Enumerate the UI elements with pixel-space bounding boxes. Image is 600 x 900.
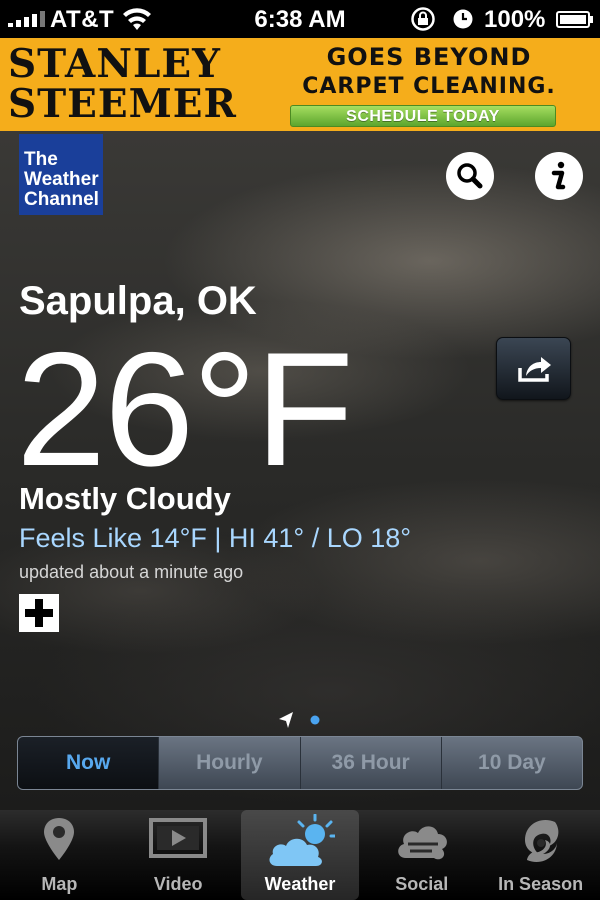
video-icon bbox=[149, 818, 208, 858]
segment-hourly[interactable]: Hourly bbox=[158, 737, 299, 789]
ad-brand-line-1: STANLEY bbox=[8, 41, 221, 87]
social-cloud-icon bbox=[398, 826, 447, 860]
add-location-button[interactable] bbox=[19, 594, 59, 632]
info-button[interactable] bbox=[535, 152, 583, 200]
tab-bar: Map Video Weather Social In Season bbox=[0, 810, 600, 900]
page-dot-active bbox=[310, 715, 320, 725]
tab-social-label: Social bbox=[395, 874, 449, 894]
tab-social[interactable]: Social bbox=[362, 810, 481, 900]
weather-channel-logo[interactable]: The Weather Channel bbox=[19, 134, 103, 215]
alarm-icon bbox=[453, 9, 473, 29]
ad-banner[interactable]: STANLEY STEEMER GOES BEYOND CARPET CLEAN… bbox=[0, 38, 600, 131]
logo-line-3: Channel bbox=[24, 189, 99, 210]
updated-timestamp: updated about a minute ago bbox=[19, 562, 244, 582]
battery-icon bbox=[556, 11, 593, 28]
ad-brand-line-2: STEEMER bbox=[8, 81, 237, 127]
tab-video-label: Video bbox=[153, 874, 203, 894]
hurricane-icon bbox=[524, 820, 558, 862]
tab-weather[interactable]: Weather bbox=[240, 810, 360, 900]
tab-in-season-label: In Season bbox=[498, 874, 584, 894]
forecast-segmented-control: Now Hourly 36 Hour 10 Day bbox=[17, 736, 583, 790]
plus-icon bbox=[25, 599, 53, 627]
weather-main: The Weather Channel Sapulpa, OK 26°F Mos… bbox=[0, 131, 600, 810]
feels-like-hi-lo: Feels Like 14°F | HI 41° / LO 18° bbox=[19, 523, 412, 553]
search-icon bbox=[457, 163, 483, 189]
weather-cloud-sun-icon bbox=[269, 814, 335, 866]
share-button[interactable] bbox=[496, 337, 571, 400]
logo-line-2: Weather bbox=[24, 169, 99, 190]
ad-headline-line-1: GOES BEYOND bbox=[326, 43, 532, 71]
tab-map-label: Map bbox=[41, 874, 78, 894]
weather-condition: Mostly Cloudy bbox=[19, 481, 231, 516]
rotation-lock-icon bbox=[411, 7, 435, 31]
ad-headline: GOES BEYOND CARPET CLEANING. bbox=[268, 42, 590, 102]
tab-weather-label: Weather bbox=[264, 874, 336, 894]
map-pin-icon bbox=[44, 818, 75, 860]
status-bar: AT&T 6:38 AM 100% bbox=[0, 0, 600, 38]
info-icon bbox=[551, 161, 566, 190]
tab-in-season[interactable]: In Season bbox=[481, 810, 600, 900]
search-button[interactable] bbox=[446, 152, 494, 200]
ad-brand-logo: STANLEY STEEMER bbox=[8, 44, 237, 124]
battery-percentage: 100% bbox=[484, 6, 546, 33]
tab-video[interactable]: Video bbox=[119, 810, 238, 900]
ad-schedule-button[interactable]: SCHEDULE TODAY bbox=[290, 105, 556, 127]
current-temperature: 26°F bbox=[16, 319, 354, 500]
segment-36-hour[interactable]: 36 Hour bbox=[299, 737, 441, 789]
tab-map[interactable]: Map bbox=[0, 810, 119, 900]
location-name: Sapulpa, OK bbox=[19, 279, 257, 323]
logo-line-1: The bbox=[24, 149, 58, 170]
page-indicator[interactable] bbox=[276, 709, 326, 731]
ad-headline-line-2: CARPET CLEANING. bbox=[302, 74, 556, 99]
location-arrow-icon bbox=[279, 712, 293, 728]
segment-10-day[interactable]: 10 Day bbox=[440, 737, 582, 789]
share-icon bbox=[518, 357, 551, 382]
segment-now[interactable]: Now bbox=[18, 737, 159, 789]
